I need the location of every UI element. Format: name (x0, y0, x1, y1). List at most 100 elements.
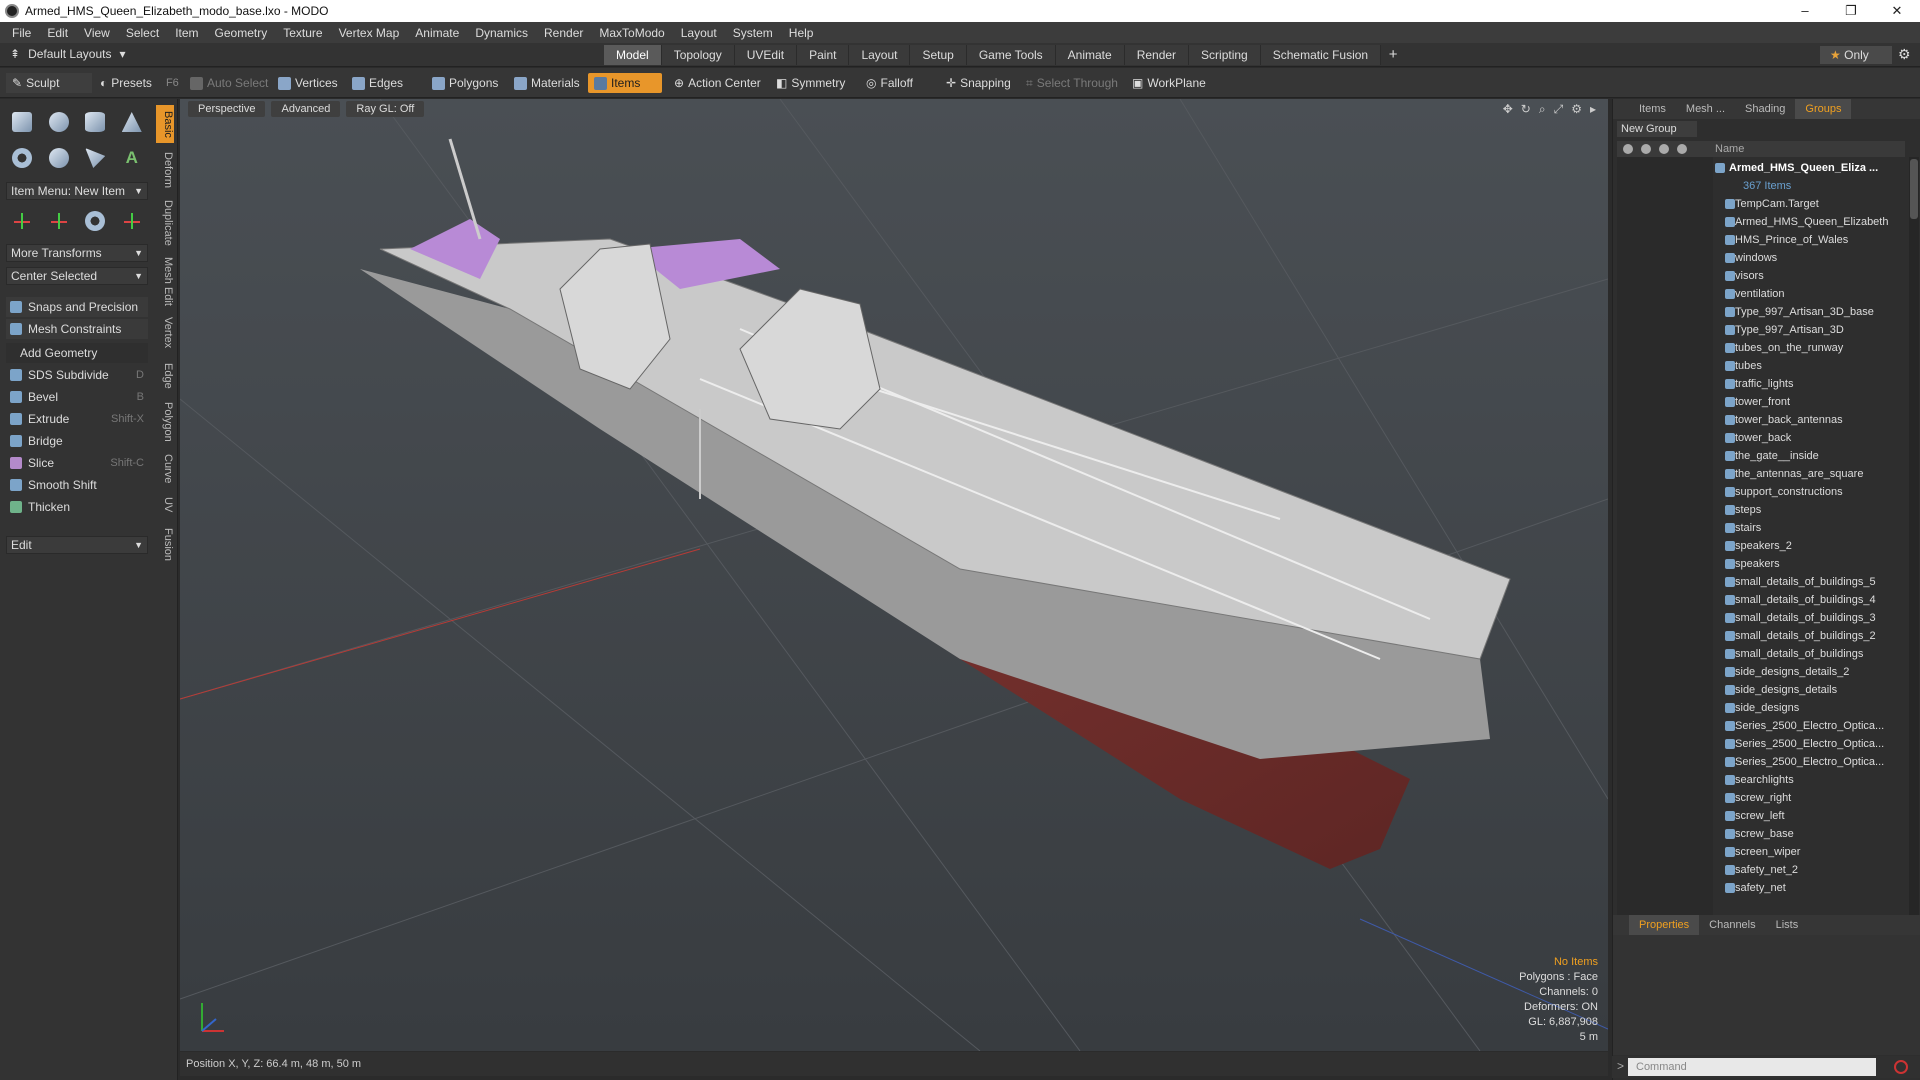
layout-preset-selector[interactable]: ⇞ Default Layouts ▾ (10, 47, 125, 61)
list-item[interactable]: Series_2500_Electro_Optica... (1713, 753, 1905, 771)
sculpt-button[interactable]: ✎ Sculpt (6, 73, 92, 93)
tab-model[interactable]: Model (604, 45, 662, 65)
torus-icon[interactable] (9, 145, 35, 171)
list-item[interactable]: the_antennas_are_square (1713, 465, 1905, 483)
vertices-button[interactable]: Vertices (272, 73, 344, 93)
vtab-uv[interactable]: UV (156, 493, 174, 517)
tab-game-tools[interactable]: Game Tools (966, 45, 1056, 65)
list-item[interactable]: side_designs (1713, 699, 1905, 717)
tab-channels[interactable]: Channels (1699, 915, 1765, 935)
groups-scrollbar[interactable] (1909, 157, 1919, 1007)
list-item[interactable]: stairs (1713, 519, 1905, 537)
symmetry-button[interactable]: ◧ Symmetry (770, 73, 851, 93)
view-mode-button[interactable]: Perspective (188, 101, 266, 117)
list-item[interactable]: speakers_2 (1713, 537, 1905, 555)
menu-view[interactable]: View (76, 26, 118, 40)
raygl-button[interactable]: Ray GL: Off (346, 101, 425, 117)
orbit-icon[interactable]: ↻ (1521, 102, 1531, 117)
list-item[interactable]: safety_net (1713, 879, 1905, 897)
menu-edit[interactable]: Edit (39, 26, 76, 40)
tab-animate[interactable]: Animate (1055, 45, 1125, 65)
tab-scripting[interactable]: Scripting (1189, 45, 1261, 65)
mesh-constraints-button[interactable]: Mesh Constraints (6, 319, 148, 339)
vtab-curve[interactable]: Curve (156, 451, 174, 487)
menu-select[interactable]: Select (118, 26, 167, 40)
menu-vertex-map[interactable]: Vertex Map (331, 26, 408, 40)
list-item[interactable]: Type_997_Artisan_3D (1713, 321, 1905, 339)
tab-paint[interactable]: Paint (797, 45, 850, 65)
auto-select-button[interactable]: Auto Select (184, 73, 274, 93)
tab-render[interactable]: Render (1124, 45, 1190, 65)
list-item[interactable]: TempCam.Target (1713, 195, 1905, 213)
list-item-root[interactable]: Armed_HMS_Queen_Eliza ... (1713, 159, 1905, 177)
list-item[interactable]: screw_left (1713, 807, 1905, 825)
items-button[interactable]: Items (588, 73, 662, 93)
list-item[interactable]: side_designs_details (1713, 681, 1905, 699)
polygons-button[interactable]: Polygons (426, 73, 504, 93)
new-group-button[interactable]: New Group (1617, 121, 1697, 137)
scale-icon[interactable] (82, 208, 108, 234)
settings-icon[interactable]: ⚙ (1571, 102, 1582, 117)
list-item[interactable]: tower_back_antennas (1713, 411, 1905, 429)
add-tab-button[interactable]: + (1381, 45, 1405, 65)
center-selected-dropdown[interactable]: Center Selected ▼ (6, 267, 148, 285)
cylinder-icon[interactable] (82, 109, 108, 135)
menu-system[interactable]: System (725, 26, 781, 40)
edges-button[interactable]: Edges (346, 73, 409, 93)
menu-geometry[interactable]: Geometry (207, 26, 276, 40)
sds-subdivide-button[interactable]: SDS Subdivide D (6, 365, 148, 385)
list-item[interactable]: tower_back (1713, 429, 1905, 447)
list-item[interactable]: safety_net_2 (1713, 861, 1905, 879)
list-item[interactable]: small_details_of_buildings_2 (1713, 627, 1905, 645)
tab-topology[interactable]: Topology (661, 45, 735, 65)
more-transforms-dropdown[interactable]: More Transforms ▼ (6, 244, 148, 262)
list-item[interactable]: steps (1713, 501, 1905, 519)
extrude-button[interactable]: Extrude Shift-X (6, 409, 148, 429)
snapping-button[interactable]: ✛ Snapping (940, 73, 1017, 93)
vtab-fusion[interactable]: Fusion (156, 523, 174, 567)
add-geometry-header[interactable]: Add Geometry (6, 343, 148, 363)
move-icon[interactable] (9, 208, 35, 234)
select-through-button[interactable]: ⌗ Select Through (1020, 73, 1124, 93)
list-item[interactable]: speakers (1713, 555, 1905, 573)
expand-icon[interactable]: ▸ (1590, 102, 1596, 117)
tab-groups[interactable]: Groups (1795, 99, 1852, 119)
menu-animate[interactable]: Animate (407, 26, 467, 40)
pen-icon[interactable] (82, 145, 108, 171)
list-item[interactable]: the_gate__inside (1713, 447, 1905, 465)
minimize-button[interactable]: – (1782, 0, 1828, 22)
list-item[interactable]: traffic_lights (1713, 375, 1905, 393)
item-menu-dropdown[interactable]: Item Menu: New Item ▼ (6, 182, 148, 200)
tab-uvedit[interactable]: UVEdit (734, 45, 798, 65)
list-item[interactable]: ventilation (1713, 285, 1905, 303)
menu-layout[interactable]: Layout (673, 26, 725, 40)
menu-render[interactable]: Render (536, 26, 591, 40)
name-column-header[interactable]: Name (1715, 141, 1744, 157)
vtab-duplicate[interactable]: Duplicate (156, 197, 174, 249)
tab-lists[interactable]: Lists (1766, 915, 1809, 935)
list-item[interactable]: tower_front (1713, 393, 1905, 411)
thicken-button[interactable]: Thicken (6, 497, 148, 517)
list-item[interactable]: small_details_of_buildings_3 (1713, 609, 1905, 627)
maximize-button[interactable]: ❐ (1828, 0, 1874, 22)
tab-layout[interactable]: Layout (849, 45, 911, 65)
list-item[interactable]: small_details_of_buildings_4 (1713, 591, 1905, 609)
snaps-precision-button[interactable]: Snaps and Precision (6, 297, 148, 317)
vtab-polygon[interactable]: Polygon (156, 399, 174, 445)
menu-maxtomodo[interactable]: MaxToModo (591, 26, 672, 40)
tab-schematic-fusion[interactable]: Schematic Fusion (1260, 45, 1382, 65)
tab-shading[interactable]: Shading (1735, 99, 1795, 119)
capsule-icon[interactable] (46, 145, 72, 171)
bridge-button[interactable]: Bridge (6, 431, 148, 451)
3d-viewport[interactable]: Perspective Advanced Ray GL: Off ✥ ↻ ⌕ ⤢… (180, 99, 1608, 1051)
menu-dynamics[interactable]: Dynamics (467, 26, 536, 40)
list-item[interactable]: windows (1713, 249, 1905, 267)
list-item[interactable]: side_designs_details_2 (1713, 663, 1905, 681)
cube-icon[interactable] (9, 109, 35, 135)
list-item[interactable]: Series_2500_Electro_Optica... (1713, 735, 1905, 753)
materials-button[interactable]: Materials (508, 73, 586, 93)
list-item[interactable]: tubes_on_the_runway (1713, 339, 1905, 357)
stop-icon[interactable] (1894, 1060, 1908, 1074)
tab-mesh[interactable]: Mesh ... (1676, 99, 1735, 119)
menu-help[interactable]: Help (781, 26, 822, 40)
